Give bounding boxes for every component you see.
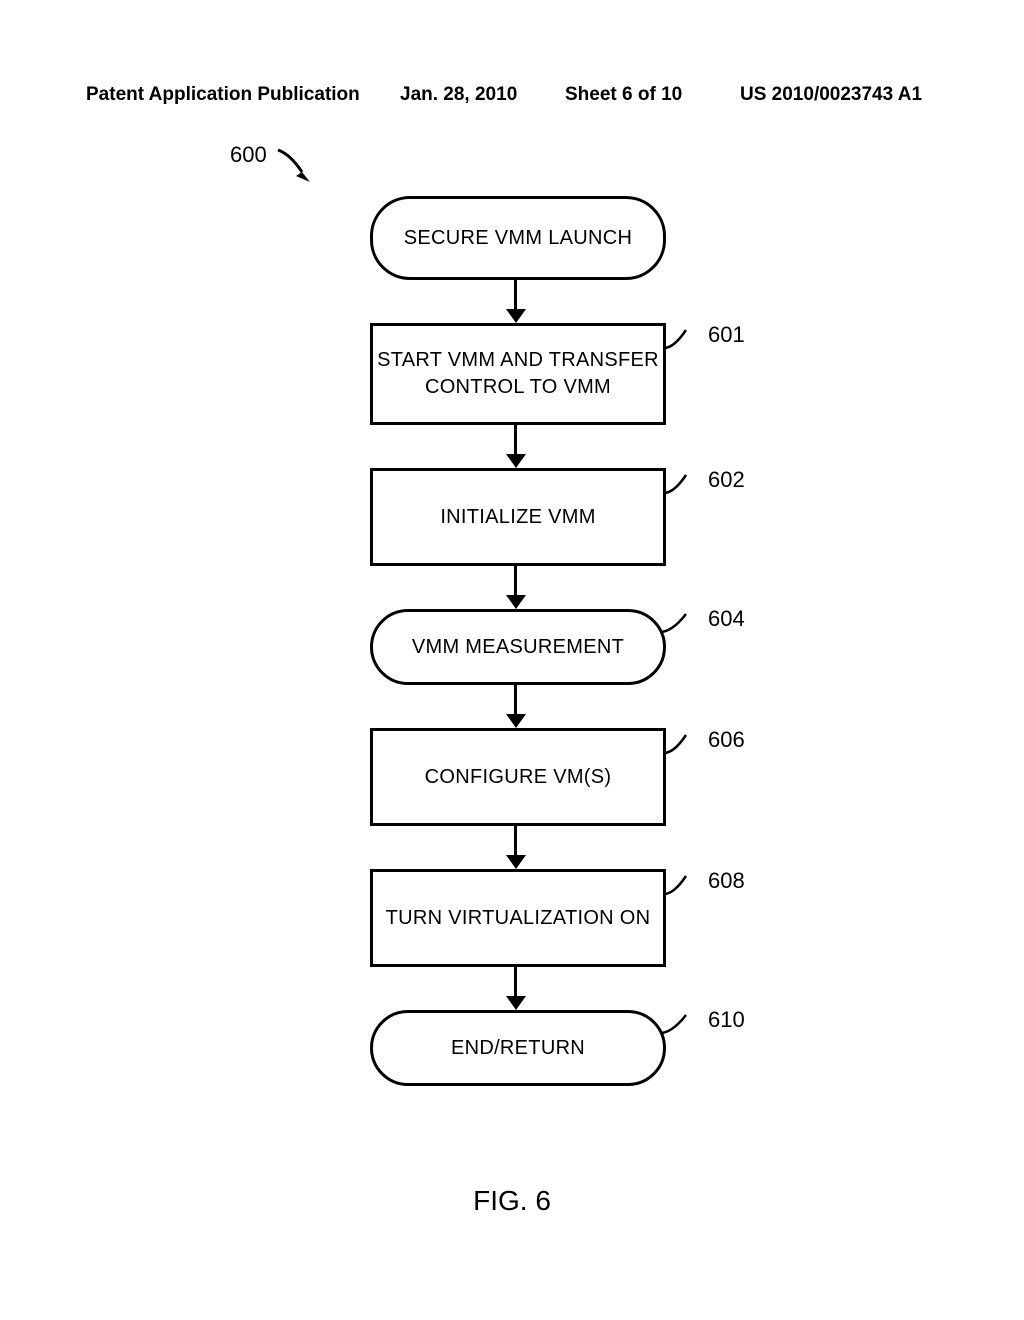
process-step-608: TURN VIRTUALIZATION ON <box>370 869 666 967</box>
publication-label: Patent Application Publication <box>86 84 360 106</box>
process-step-602: INITIALIZE VMM <box>370 468 666 566</box>
process-step-606: CONFIGURE VM(S) <box>370 728 666 826</box>
reference-hook-icon <box>664 471 704 499</box>
reference-hook-icon <box>664 326 704 354</box>
terminator-end-label: END/RETURN <box>451 1035 585 1062</box>
reference-label-604: 604 <box>708 606 745 632</box>
arrowhead-icon <box>506 309 526 323</box>
connector <box>514 422 517 456</box>
arrowhead-icon <box>506 714 526 728</box>
terminator-604-label: VMM MEASUREMENT <box>412 634 624 661</box>
process-step-602-label: INITIALIZE VMM <box>440 504 595 531</box>
connector <box>514 682 517 716</box>
arrowhead-icon <box>506 595 526 609</box>
process-step-606-label: CONFIGURE VM(S) <box>425 764 612 791</box>
reference-hook-icon <box>664 872 704 900</box>
terminator-end: END/RETURN <box>370 1010 666 1086</box>
reference-label-602: 602 <box>708 467 745 493</box>
reference-label-608: 608 <box>708 868 745 894</box>
reference-arrow-icon <box>276 148 316 188</box>
application-number: US 2010/0023743 A1 <box>740 84 922 106</box>
reference-label-610: 610 <box>708 1007 745 1033</box>
connector <box>514 964 517 998</box>
reference-hook-icon <box>664 731 704 759</box>
arrowhead-icon <box>506 996 526 1010</box>
connector <box>514 823 517 857</box>
figure-caption: FIG. 6 <box>0 1185 1024 1217</box>
reference-hook-icon <box>660 610 704 638</box>
reference-hook-icon <box>660 1011 704 1039</box>
sheet-number: Sheet 6 of 10 <box>565 84 682 106</box>
publication-date: Jan. 28, 2010 <box>400 84 517 106</box>
connector <box>514 277 517 311</box>
terminator-604: VMM MEASUREMENT <box>370 609 666 685</box>
process-step-608-label: TURN VIRTUALIZATION ON <box>386 905 651 932</box>
arrowhead-icon <box>506 855 526 869</box>
connector <box>514 563 517 597</box>
terminator-start-label: SECURE VMM LAUNCH <box>404 225 632 252</box>
reference-label-601: 601 <box>708 322 745 348</box>
process-step-601: START VMM AND TRANSFER CONTROL TO VMM <box>370 323 666 425</box>
arrowhead-icon <box>506 454 526 468</box>
reference-label-606: 606 <box>708 727 745 753</box>
process-step-601-label: START VMM AND TRANSFER CONTROL TO VMM <box>377 347 659 401</box>
terminator-start: SECURE VMM LAUNCH <box>370 196 666 280</box>
flow-reference-600: 600 <box>230 142 267 168</box>
